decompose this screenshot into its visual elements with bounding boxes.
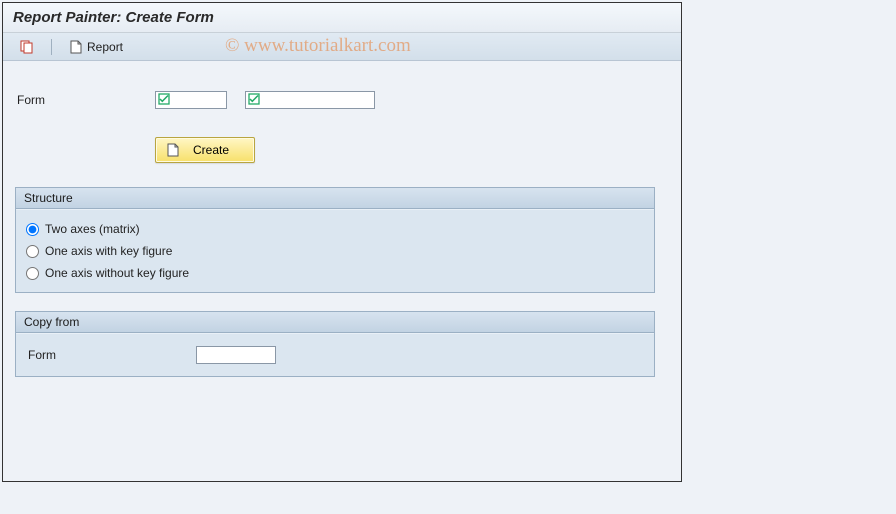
radio-two-axes[interactable] xyxy=(26,223,39,236)
report-button-label: Report xyxy=(87,40,123,54)
copyfrom-input[interactable] xyxy=(196,346,276,364)
radio-label: Two axes (matrix) xyxy=(45,222,140,236)
copyfrom-row: Form xyxy=(26,342,644,368)
create-button-label: Create xyxy=(190,143,232,157)
radio-one-axis-with-key[interactable] xyxy=(26,245,39,258)
form-field-row: Form xyxy=(15,91,669,109)
structure-groupbox: Structure Two axes (matrix) One axis wit… xyxy=(15,187,655,293)
create-button-row: Create xyxy=(155,137,669,163)
radio-one-axis-without-key[interactable] xyxy=(26,267,39,280)
create-button[interactable]: Create xyxy=(155,137,255,163)
form-description-input[interactable] xyxy=(245,91,375,109)
radio-label: One axis without key figure xyxy=(45,266,189,280)
structure-option-without-key[interactable]: One axis without key figure xyxy=(26,262,644,284)
page-title: Report Painter: Create Form xyxy=(3,3,681,33)
copyfrom-body: Form xyxy=(16,333,654,376)
structure-option-matrix[interactable]: Two axes (matrix) xyxy=(26,218,644,240)
structure-title: Structure xyxy=(16,188,654,209)
form-label: Form xyxy=(15,93,155,107)
radio-label: One axis with key figure xyxy=(45,244,172,258)
structure-body: Two axes (matrix) One axis with key figu… xyxy=(16,209,654,292)
copyfrom-groupbox: Copy from Form xyxy=(15,311,655,377)
required-icon xyxy=(248,93,260,105)
copyfrom-label: Form xyxy=(26,348,186,362)
app-window: Report Painter: Create Form Report © www… xyxy=(2,2,682,482)
toolbar-separator xyxy=(51,39,52,55)
report-button[interactable]: Report xyxy=(62,37,130,57)
document-icon xyxy=(69,40,83,54)
form-desc-wrapper xyxy=(245,91,375,109)
copy-button[interactable] xyxy=(13,37,41,57)
required-icon xyxy=(158,93,170,105)
content-area: Form xyxy=(3,61,681,407)
structure-option-with-key[interactable]: One axis with key figure xyxy=(26,240,644,262)
new-document-icon xyxy=(166,143,180,157)
application-toolbar: Report xyxy=(3,33,681,61)
copyfrom-title: Copy from xyxy=(16,312,654,333)
form-code-wrapper xyxy=(155,91,227,109)
copy-icon xyxy=(20,40,34,54)
